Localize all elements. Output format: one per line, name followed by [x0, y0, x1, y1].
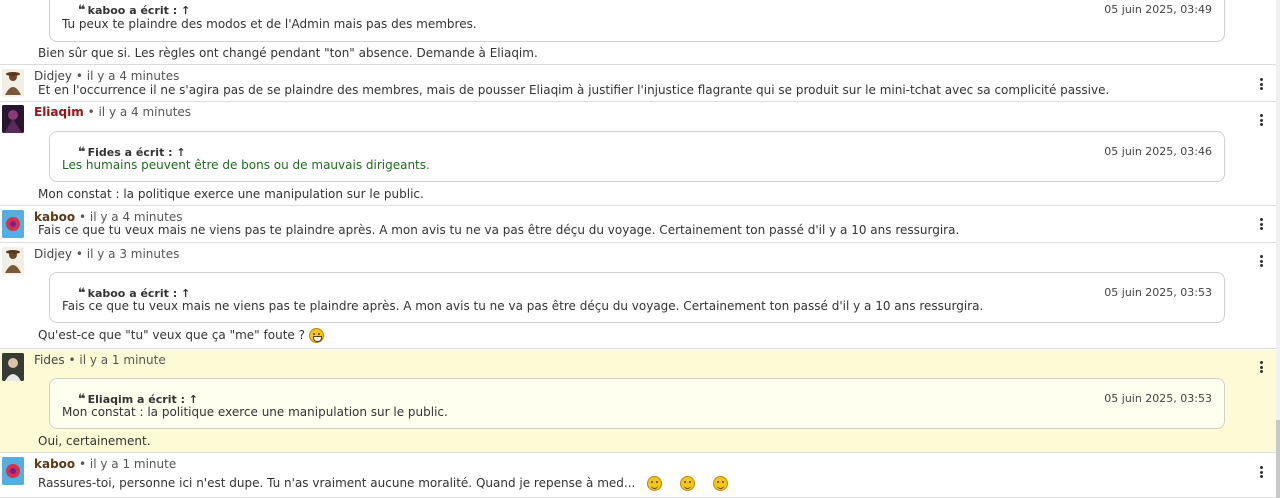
timestamp[interactable]: il y a 4 minutes [98, 105, 191, 119]
quote-date: 05 juin 2025, 03:53 [1104, 392, 1212, 405]
laughing-emoji-icon [308, 328, 324, 343]
chat-message-highlighted: Fides • il y a 1 minute ❝ Eliaqim a écrit… [0, 350, 1276, 453]
more-options-icon[interactable] [1256, 359, 1266, 375]
message-text: Qu'est-ce que "tu" veux que ça "me" fout… [38, 328, 324, 343]
chat-message: Didjey • il y a 3 minutes ❝ kaboo a écrit… [0, 244, 1276, 349]
smile-emoji-icon [647, 476, 663, 491]
message-header: Eliaqim • il y a 4 minutes [34, 105, 191, 119]
message-header: kaboo • il y a 4 minutes [34, 210, 182, 224]
message-text: Oui, certainement. [38, 434, 151, 448]
more-options-icon[interactable] [1256, 216, 1266, 232]
smile-emoji-icon [679, 476, 695, 491]
more-options-icon[interactable] [1256, 76, 1266, 92]
timestamp[interactable]: il y a 4 minutes [87, 69, 180, 83]
separator: • [78, 210, 87, 224]
timestamp[interactable]: il y a 1 minute [90, 457, 176, 471]
avatar[interactable] [2, 247, 24, 275]
avatar-image [2, 457, 24, 485]
more-options-icon[interactable] [1256, 253, 1266, 269]
quote-block: ❝ Eliaqim a écrit : ↑ 05 juin 2025, 03:53… [49, 378, 1225, 429]
author-name[interactable]: Didjey [34, 69, 72, 83]
message-text: Rassures-toi, personne ici n'est dupe. T… [38, 476, 728, 491]
chat-message: kaboo • il y a 1 minute Rassures-toi, pe… [0, 454, 1276, 498]
quote-block: ❝ Fides a écrit : ↑ 05 juin 2025, 03:46 L… [49, 131, 1225, 182]
quote-icon: ❝ [78, 3, 86, 18]
message-text-content: Rassures-toi, personne ici n'est dupe. T… [38, 476, 636, 490]
message-text: Mon constat : la politique exerce une ma… [38, 187, 424, 201]
quote-text: Fais ce que tu veux mais ne viens pas te… [62, 299, 984, 313]
separator: • [75, 247, 83, 261]
avatar-image [5, 250, 21, 273]
timestamp[interactable]: il y a 3 minutes [87, 247, 180, 261]
separator: • [78, 457, 87, 471]
message-text: Et en l'occurrence il ne s'agira pas de … [38, 83, 1110, 97]
more-options-icon[interactable] [1256, 464, 1266, 480]
author-name[interactable]: Eliaqim [34, 105, 84, 119]
message-header: Didjey • il y a 4 minutes [34, 69, 179, 83]
quote-block: ❝ kaboo a écrit : ↑ 05 juin 2025, 03:53 F… [49, 272, 1225, 323]
message-header: Didjey • il y a 3 minutes [34, 247, 179, 261]
avatar[interactable] [2, 457, 24, 485]
quote-date: 05 juin 2025, 03:49 [1104, 3, 1212, 16]
avatar-image [2, 105, 24, 133]
avatar-image [5, 72, 21, 95]
chat-message: kaboo • il y a 4 minutes Fais ce que tu … [0, 207, 1276, 243]
separator: • [68, 353, 76, 367]
message-header: kaboo • il y a 1 minute [34, 457, 176, 471]
chat-message: Didjey • il y a 4 minutes Et en l'occurr… [0, 66, 1276, 102]
message-text: Bien sûr que si. Les règles ont changé p… [38, 46, 538, 60]
author-name[interactable]: kaboo [34, 210, 75, 224]
avatar[interactable] [2, 105, 24, 133]
quote-date: 05 juin 2025, 03:53 [1104, 286, 1212, 299]
timestamp[interactable]: il y a 4 minutes [90, 210, 183, 224]
avatar-image [2, 353, 24, 381]
message-text-content: Qu'est-ce que "tu" veux que ça "me" fout… [38, 328, 305, 342]
avatar[interactable] [2, 69, 24, 97]
chat-message: Eliaqim • il y a 4 minutes ❝ Fides a écri… [0, 102, 1276, 206]
author-name[interactable]: kaboo [34, 457, 75, 471]
quote-block: ❝ kaboo a écrit : ↑ 05 juin 2025, 03:49 T… [49, 0, 1225, 42]
avatar[interactable] [2, 353, 24, 381]
quote-text: Mon constat : la politique exerce une ma… [62, 405, 448, 419]
message-header: Fides • il y a 1 minute [34, 353, 166, 367]
separator: • [87, 105, 95, 119]
quote-text: Tu peux te plaindre des modos et de l'Ad… [62, 17, 477, 31]
quote-text: Les humains peuvent être de bons ou de m… [62, 158, 430, 172]
more-options-icon[interactable] [1256, 112, 1266, 128]
message-text: Fais ce que tu veux mais ne viens pas te… [38, 223, 960, 237]
scrollbar-thumb[interactable] [1276, 420, 1280, 498]
quote-date: 05 juin 2025, 03:46 [1104, 145, 1212, 158]
quote-author-line[interactable]: ❝ kaboo a écrit : ↑ [78, 3, 190, 18]
smile-emoji-icon [712, 476, 728, 491]
timestamp[interactable]: il y a 1 minute [79, 353, 165, 367]
separator: • [75, 69, 83, 83]
author-name[interactable]: Fides [34, 353, 65, 367]
author-name[interactable]: Didjey [34, 247, 72, 261]
avatar[interactable] [2, 210, 24, 238]
avatar-image [2, 210, 24, 238]
chat-message: ❝ kaboo a écrit : ↑ 05 juin 2025, 03:49 T… [0, 0, 1276, 65]
